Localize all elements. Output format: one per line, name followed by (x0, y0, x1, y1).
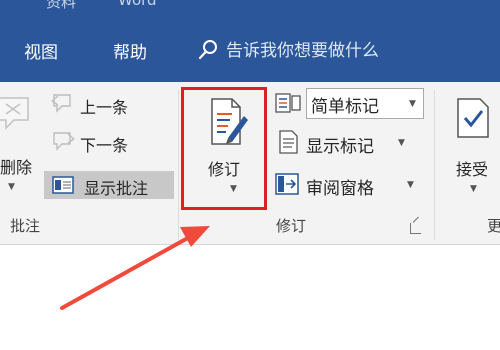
changes-group-label: 更 (487, 217, 500, 235)
dialog-launcher-icon[interactable] (410, 223, 421, 234)
reviewing-pane-button[interactable]: 审阅窗格 (306, 174, 374, 199)
title-left-text: 资料 (46, 0, 77, 11)
next-comment-button[interactable]: 下一条 (80, 132, 128, 156)
markup-icon (275, 93, 301, 113)
tab-view[interactable]: 视图 (24, 38, 58, 63)
markup-select-caret: ▼ (409, 99, 416, 109)
group-divider (434, 90, 435, 240)
delete-comment-icon (0, 97, 29, 130)
delete-comment-button[interactable]: 删除 (0, 154, 32, 178)
comments-group-label: 批注 (10, 217, 41, 235)
accept-caret[interactable]: ▼ (470, 184, 477, 194)
tell-me-placeholder: 告诉我你想要做什么 (226, 41, 379, 61)
markup-select[interactable]: 简单标记 ▼ (306, 88, 424, 119)
next-comment-icon (53, 132, 75, 151)
title-bar: 资料 Word (0, 0, 500, 22)
show-comments-icon (52, 176, 74, 194)
title-right-text: Word (118, 0, 157, 9)
show-markup-icon (279, 130, 298, 154)
reviewing-pane-icon (275, 173, 299, 195)
delete-dropdown-caret[interactable]: ▼ (8, 182, 15, 192)
tab-help[interactable]: 帮助 (113, 38, 147, 63)
search-icon (198, 39, 217, 59)
ribbon-tab-bar: 视图 帮助 告诉我你想要做什么 (0, 22, 500, 82)
previous-comment-icon (51, 94, 71, 113)
tracking-group-label: 修订 (276, 217, 307, 235)
tell-me-box[interactable]: 告诉我你想要做什么 (198, 36, 379, 61)
previous-comment-button[interactable]: 上一条 (80, 94, 128, 118)
ribbon: 删除 ▼ 上一条 下一条 显示批注 批注 修订 ▼ 简单标记 ▼ 显示标记 ▼ … (0, 82, 500, 245)
track-changes-icon (211, 98, 248, 145)
track-changes-caret[interactable]: ▼ (230, 184, 237, 194)
group-divider (178, 90, 179, 240)
markup-select-value: 简单标记 (311, 97, 379, 117)
track-changes-button[interactable]: 修订 (208, 156, 240, 180)
show-comments-label: 显示批注 (84, 179, 149, 198)
show-markup-caret[interactable]: ▼ (398, 138, 405, 148)
accept-button[interactable]: 接受 (456, 156, 488, 180)
show-markup-button[interactable]: 显示标记 (306, 132, 374, 157)
accept-icon (457, 98, 489, 138)
reviewing-pane-caret[interactable]: ▼ (407, 180, 414, 190)
